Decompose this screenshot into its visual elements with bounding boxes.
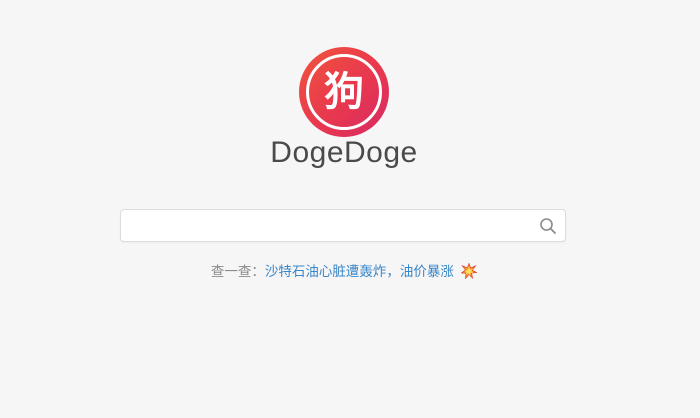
trending-suggestion: 查一查：沙特石油心脏遭轰炸，油价暴涨 xyxy=(0,260,688,280)
search-button[interactable] xyxy=(539,217,557,235)
collision-icon xyxy=(461,263,478,279)
brand-name: DogeDoge xyxy=(270,136,418,169)
logo-glyph: 狗 xyxy=(306,54,382,130)
suggestion-link[interactable]: 沙特石油心脏遭轰炸，油价暴涨 xyxy=(265,264,454,280)
search-icon xyxy=(540,218,556,234)
logo-badge: 狗 xyxy=(299,47,389,137)
suggestion-prefix: 查一查： xyxy=(210,264,265,280)
logo[interactable]: 狗 xyxy=(299,47,389,137)
search-bar xyxy=(120,209,566,243)
search-input[interactable] xyxy=(131,210,535,243)
